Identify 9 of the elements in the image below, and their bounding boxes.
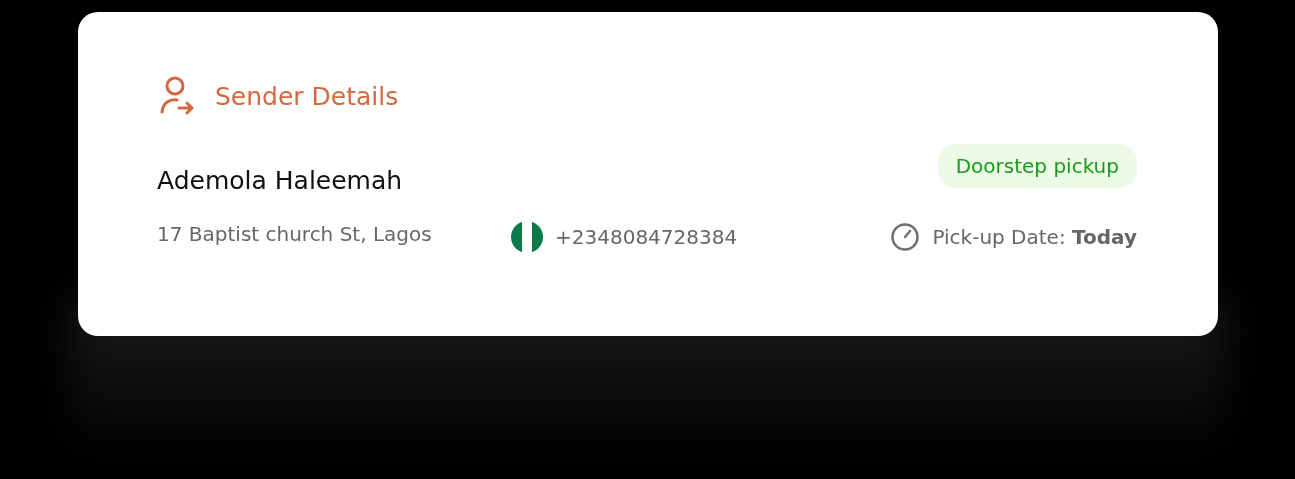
clock-icon — [890, 222, 921, 252]
sender-name: Ademola Haleemah — [157, 166, 403, 195]
person-arrow-icon — [159, 76, 195, 116]
pickup-date: Pick-up Date: Today — [932, 225, 1137, 249]
phone-number: +2348084728384 — [555, 225, 738, 249]
pickup-type-badge: Doorstep pickup — [937, 144, 1137, 188]
section-title: Sender Details — [215, 81, 399, 111]
sender-address: 17 Baptist church St, Lagos — [157, 222, 433, 246]
flag-icon — [511, 221, 543, 253]
